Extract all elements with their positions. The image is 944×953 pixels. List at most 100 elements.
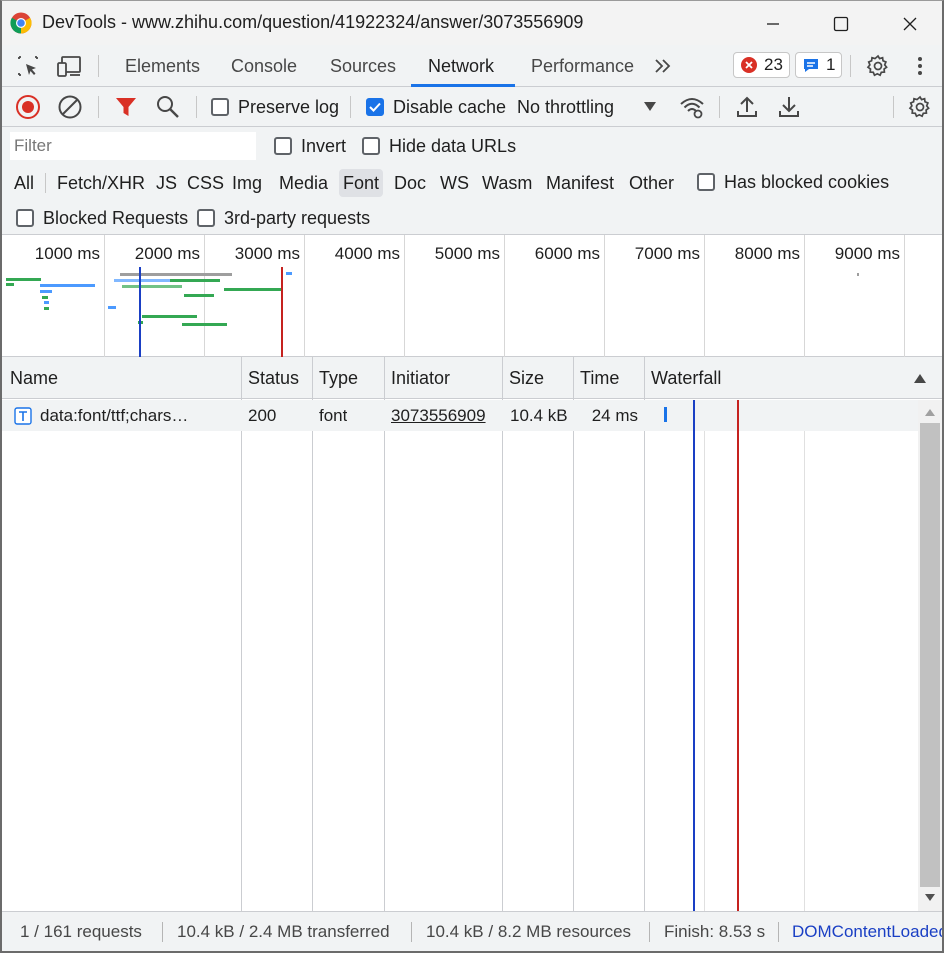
tab-console[interactable]: Console [231, 45, 297, 87]
cell-initiator-link[interactable]: 3073556909 [391, 400, 486, 431]
tab-performance[interactable]: Performance [531, 45, 634, 87]
wifi-settings-icon [680, 98, 704, 119]
overview-bar [42, 296, 48, 299]
filter-type-css[interactable]: CSS [183, 169, 228, 197]
minimize-icon [767, 23, 779, 25]
export-har-button[interactable] [776, 94, 802, 120]
more-tabs-button[interactable] [650, 53, 676, 79]
chrome-logo-icon [10, 12, 32, 34]
toolbar-divider [350, 96, 351, 118]
column-divider[interactable] [312, 357, 313, 911]
search-button[interactable] [155, 94, 181, 120]
cell-size: 10.4 kB [510, 406, 568, 425]
column-divider[interactable] [502, 357, 503, 911]
error-count-badge[interactable]: 23 [733, 52, 790, 78]
throttling-select[interactable]: No throttling [517, 97, 614, 118]
scroll-down-arrow-icon[interactable] [924, 893, 936, 903]
overview-bar [170, 279, 220, 282]
column-divider[interactable] [384, 357, 385, 911]
overview-tick-label: 9000 ms [834, 244, 900, 263]
column-header-size[interactable]: Size [501, 357, 544, 399]
filter-type-media[interactable]: Media [275, 169, 332, 197]
network-settings-button[interactable] [907, 94, 933, 120]
status-resources: 10.4 kB / 8.2 MB resources [426, 922, 632, 941]
cell-name: data:font/ttf;chars… [40, 406, 189, 425]
column-header-initiator[interactable]: Initiator [383, 357, 450, 399]
overview-load-line [281, 267, 283, 357]
overview-gridline [904, 235, 905, 357]
invert-checkbox[interactable] [274, 137, 292, 155]
column-divider[interactable] [573, 357, 574, 911]
third-party-requests-checkbox[interactable] [197, 209, 215, 227]
filter-type-js[interactable]: JS [152, 169, 181, 197]
tab-elements[interactable]: Elements [125, 45, 200, 87]
column-header-status[interactable]: Status [240, 357, 299, 399]
close-window-button[interactable] [888, 9, 932, 39]
column-divider[interactable] [241, 357, 242, 911]
invert-label: Invert [301, 136, 347, 156]
column-header-waterfall[interactable]: Waterfall [643, 357, 721, 399]
waterfall-bar [664, 407, 667, 422]
settings-button[interactable] [865, 53, 891, 79]
column-divider[interactable] [644, 357, 645, 911]
clear-button[interactable] [57, 94, 83, 120]
download-icon [779, 97, 799, 117]
scrollbar-thumb[interactable] [920, 423, 940, 887]
message-count-badge[interactable]: 1 [795, 52, 843, 78]
filter-type-wasm[interactable]: Wasm [478, 169, 536, 197]
overview-bar [182, 323, 227, 326]
status-divider [411, 922, 412, 942]
filter-input[interactable] [10, 132, 256, 160]
import-har-button[interactable] [734, 94, 760, 120]
filter-type-ws[interactable]: WS [436, 169, 473, 197]
column-header-name[interactable]: Name [2, 357, 58, 399]
funnel-icon [116, 98, 136, 116]
filter-type-other[interactable]: Other [625, 169, 678, 197]
close-icon [903, 17, 917, 31]
inspect-element-button[interactable] [15, 53, 41, 79]
filter-type-font[interactable]: Font [339, 169, 384, 197]
preserve-log-checkbox[interactable] [211, 98, 229, 116]
overview-tick-label: 1000 ms [34, 244, 100, 263]
overview-tick-label: 7000 ms [634, 244, 700, 263]
more-options-button[interactable] [907, 53, 933, 79]
column-header-type[interactable]: Type [311, 357, 358, 399]
filter-type-img[interactable]: Img [228, 169, 266, 197]
table-row[interactable]: data:font/ttf;chars… 200 font 3073556909… [2, 400, 918, 431]
status-divider [162, 922, 163, 942]
column-header-time[interactable]: Time [572, 357, 619, 399]
overview-bar [6, 278, 41, 281]
blocked-requests-checkbox[interactable] [16, 209, 34, 227]
tab-sources[interactable]: Sources [330, 45, 396, 87]
filter-type-all[interactable]: All [10, 169, 38, 197]
search-icon [157, 96, 179, 118]
network-toolbar: Preserve log Disable cache No throttling [2, 87, 942, 127]
tab-network[interactable]: Network [428, 45, 494, 87]
overview-bar [142, 315, 197, 318]
disable-cache-checkbox[interactable] [366, 98, 384, 116]
hide-data-urls-checkbox[interactable] [362, 137, 380, 155]
filter-type-manifest[interactable]: Manifest [542, 169, 618, 197]
stop-recording-button[interactable] [15, 94, 41, 120]
network-conditions-button[interactable] [679, 94, 705, 120]
scroll-up-arrow-icon[interactable] [924, 407, 936, 417]
has-blocked-cookies-checkbox[interactable] [697, 173, 715, 191]
sort-ascending-icon[interactable] [913, 372, 927, 384]
status-divider [778, 922, 779, 942]
filter-type-doc[interactable]: Doc [390, 169, 430, 197]
third-party-requests-label: 3rd-party requests [224, 208, 371, 228]
status-transferred: 10.4 kB / 2.4 MB transferred [177, 922, 390, 941]
minimize-button[interactable] [751, 9, 795, 39]
clear-icon [58, 95, 82, 119]
filter-type-fetch-xhr[interactable]: Fetch/XHR [53, 169, 149, 197]
overview-timeline[interactable]: 1000 ms 2000 ms 3000 ms 4000 ms 5000 ms 6000 … [2, 235, 942, 357]
filter-toggle-button[interactable] [113, 94, 139, 120]
overview-gridline [704, 235, 705, 357]
device-toolbar-button[interactable] [57, 53, 83, 79]
title-bar: DevTools - www.zhihu.com/question/419223… [2, 1, 942, 45]
checkmark-icon [369, 102, 381, 112]
overview-bar [6, 283, 14, 286]
overview-bar [44, 301, 49, 304]
overview-gridline [404, 235, 405, 357]
maximize-button[interactable] [819, 9, 863, 39]
